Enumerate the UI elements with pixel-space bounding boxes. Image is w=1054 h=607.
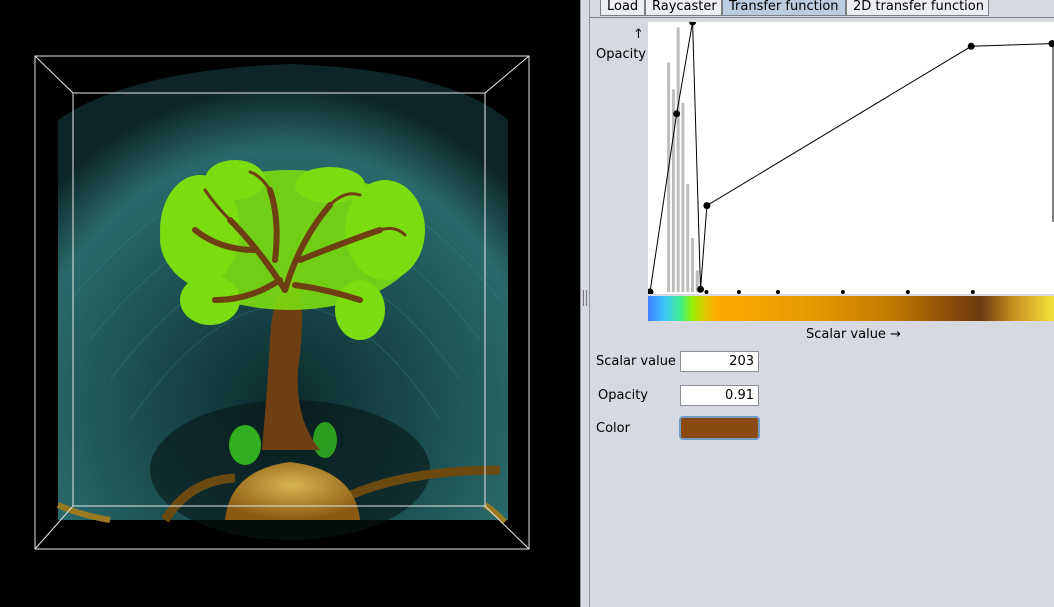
histogram-bar (690, 238, 694, 292)
scalar-value-label: Scalar value (596, 354, 676, 369)
transfer-function-plot[interactable] (646, 18, 1054, 296)
baseline-point[interactable] (736, 290, 741, 294)
divider-grip[interactable] (583, 290, 587, 306)
control-point[interactable] (697, 285, 705, 293)
baseline-point[interactable] (970, 290, 975, 294)
baseline-point[interactable] (704, 290, 709, 294)
histogram-bar (671, 89, 675, 292)
baseline-point[interactable] (840, 290, 845, 294)
color-picker-button[interactable] (679, 416, 760, 440)
scalar-value-input[interactable]: 203 (680, 351, 759, 372)
scalar-axis-label: Scalar value → (806, 327, 901, 342)
transfer-function-svg[interactable] (646, 18, 1054, 296)
opacity-curve (649, 21, 1053, 293)
control-point[interactable] (689, 18, 697, 26)
tab-2d-transfer-function[interactable]: 2D transfer function (846, 0, 989, 16)
color-label: Color (596, 421, 630, 436)
color-map-bar[interactable] (648, 296, 1054, 321)
histogram-bar (681, 103, 685, 292)
volume-render-viewport[interactable] (0, 0, 580, 607)
opacity-value-label: Opacity (598, 388, 649, 403)
control-point[interactable] (646, 288, 654, 296)
baseline-point[interactable] (905, 290, 910, 294)
histogram-bar (676, 27, 680, 293)
settings-panel: Load Raycaster Transfer function 2D tran… (590, 0, 1054, 607)
volume-render-image[interactable] (0, 0, 580, 607)
histogram-bar (686, 184, 690, 292)
control-point[interactable] (703, 202, 711, 210)
split-pane-divider[interactable] (580, 0, 590, 607)
control-point[interactable] (1048, 40, 1054, 48)
tab-bar: Load Raycaster Transfer function 2D tran… (590, 0, 1054, 18)
opacity-value-input[interactable]: 0.91 (680, 385, 759, 406)
baseline-point[interactable] (775, 290, 780, 294)
opacity-axis-label: Opacity (596, 47, 647, 62)
tab-load[interactable]: Load (600, 0, 645, 16)
control-point[interactable] (673, 110, 681, 118)
opacity-axis-arrow: ↑ (633, 27, 644, 42)
tab-transfer-function[interactable]: Transfer function (722, 0, 846, 16)
control-point[interactable] (967, 42, 975, 50)
tab-raycaster[interactable]: Raycaster (645, 0, 722, 16)
